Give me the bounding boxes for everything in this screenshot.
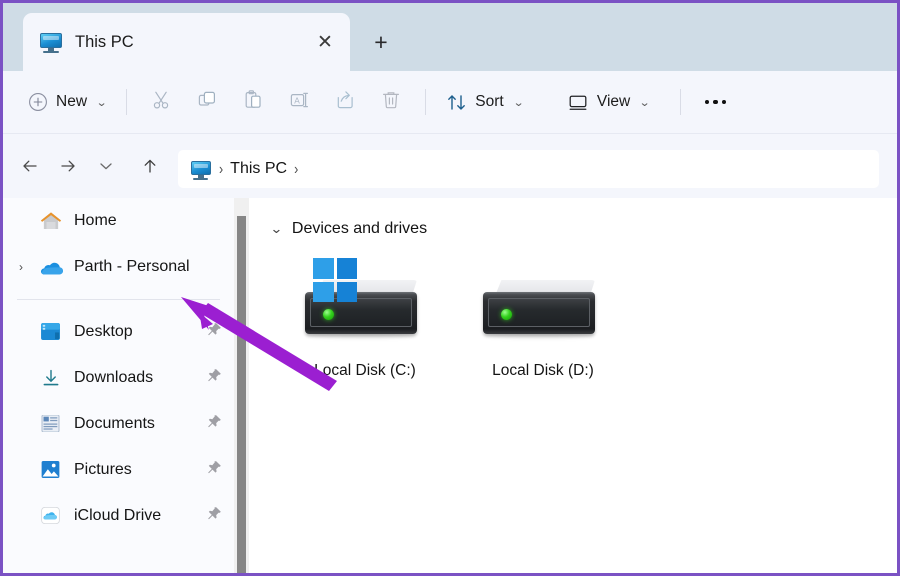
sidebar-item-label: Pictures	[74, 461, 132, 479]
back-button[interactable]	[11, 147, 49, 185]
sidebar-item-documents[interactable]: Documents	[3, 401, 234, 447]
up-button[interactable]	[131, 147, 169, 185]
windows-logo-icon	[313, 258, 357, 302]
view-monitor-icon	[567, 91, 589, 113]
drive-label: Local Disk (C:)	[314, 362, 416, 380]
pictures-icon	[39, 459, 63, 481]
navigation-pane: Home › Parth - Personal	[3, 198, 234, 573]
toolbar-divider	[680, 89, 681, 115]
more-options-button[interactable]	[692, 82, 738, 122]
sidebar-item-label: Downloads	[74, 369, 153, 387]
copy-icon	[196, 89, 218, 116]
command-toolbar: New ⌄	[3, 71, 897, 134]
sidebar-item-home[interactable]: Home	[3, 198, 234, 244]
chevron-down-icon[interactable]: ⌄	[270, 221, 283, 237]
drive-status-led	[323, 309, 334, 320]
group-title: Devices and drives	[292, 220, 427, 238]
share-button[interactable]	[322, 82, 368, 122]
sidebar-item-label: Home	[74, 212, 117, 230]
paste-icon	[242, 89, 264, 116]
pin-icon[interactable]	[206, 506, 222, 527]
copy-button[interactable]	[184, 82, 230, 122]
trash-icon	[380, 89, 402, 116]
drive-label: Local Disk (D:)	[492, 362, 594, 380]
tab-bar: This PC ✕ +	[3, 3, 897, 71]
sidebar-scrollbar-thumb[interactable]	[237, 216, 246, 573]
this-pc-monitor-icon	[190, 158, 212, 180]
breadcrumb-separator: ›	[219, 160, 223, 178]
drive-status-led	[501, 309, 512, 320]
icloud-icon	[39, 505, 63, 527]
toolbar-divider	[126, 89, 127, 115]
chevron-down-icon[interactable]: ⌄	[96, 96, 108, 109]
new-button-label: New	[56, 93, 87, 111]
drive-item-c[interactable]: Local Disk (C:)	[305, 258, 425, 380]
cut-button[interactable]	[138, 82, 184, 122]
onedrive-icon	[39, 256, 63, 278]
hard-drive-icon	[483, 258, 603, 346]
close-icon[interactable]: ✕	[310, 27, 340, 57]
sort-arrows-icon	[446, 92, 467, 113]
file-explorer-window: This PC ✕ + New ⌄	[0, 0, 900, 576]
drives-list: Local Disk (C:) Local Disk (D:)	[271, 258, 897, 380]
breadcrumb-this-pc[interactable]: This PC	[230, 160, 287, 178]
sidebar-item-desktop[interactable]: Desktop	[3, 309, 234, 355]
sidebar-item-icloud-drive[interactable]: iCloud Drive	[3, 493, 234, 539]
file-list-area: ⌄ Devices and drives Local Disk (C:)	[249, 198, 897, 573]
forward-button[interactable]	[49, 147, 87, 185]
home-icon	[39, 210, 63, 232]
paste-button[interactable]	[230, 82, 276, 122]
svg-text:A: A	[295, 95, 301, 105]
share-icon	[334, 88, 357, 116]
devices-and-drives-group-header[interactable]: ⌄ Devices and drives	[271, 220, 897, 238]
chevron-right-icon[interactable]: ›	[13, 259, 29, 275]
toolbar-divider	[425, 89, 426, 115]
download-icon	[39, 367, 63, 389]
this-pc-monitor-icon	[39, 30, 63, 54]
breadcrumb-separator[interactable]: ›	[294, 160, 298, 178]
sidebar-item-label: Documents	[74, 415, 155, 433]
sidebar-scrollbar-track[interactable]	[234, 198, 249, 573]
chevron-down-icon[interactable]: ⌄	[513, 96, 525, 109]
scissors-icon	[150, 89, 172, 116]
sidebar-item-parth-personal[interactable]: › Parth - Personal	[3, 244, 234, 290]
address-bar[interactable]: › This PC ›	[178, 150, 879, 188]
plus-circle-icon	[28, 92, 48, 112]
pin-icon[interactable]	[206, 460, 222, 481]
view-button[interactable]: View ⌄	[558, 83, 659, 121]
rename-button[interactable]: A	[276, 82, 322, 122]
documents-icon	[39, 413, 63, 435]
tab-this-pc[interactable]: This PC ✕	[23, 13, 350, 71]
rename-icon: A	[288, 89, 310, 116]
tab-title: This PC	[75, 33, 310, 52]
pin-icon[interactable]	[206, 414, 222, 435]
sort-button[interactable]: Sort ⌄	[437, 83, 532, 121]
sort-button-label: Sort	[475, 93, 503, 111]
sidebar-item-label: Desktop	[74, 323, 133, 341]
sidebar-item-label: iCloud Drive	[74, 507, 161, 525]
chevron-down-icon[interactable]: ⌄	[639, 96, 651, 109]
pin-icon[interactable]	[206, 368, 222, 389]
sidebar-item-pictures[interactable]: Pictures	[3, 447, 234, 493]
sidebar-item-downloads[interactable]: Downloads	[3, 355, 234, 401]
desktop-icon	[39, 321, 63, 343]
new-button[interactable]: New ⌄	[19, 83, 115, 121]
new-tab-button[interactable]: +	[360, 21, 402, 63]
pin-icon[interactable]	[206, 322, 222, 343]
sidebar-divider	[17, 299, 220, 300]
sidebar-item-label: Parth - Personal	[74, 258, 190, 276]
view-button-label: View	[597, 93, 630, 111]
delete-button[interactable]	[368, 82, 414, 122]
recent-locations-button[interactable]	[87, 147, 125, 185]
drive-item-d[interactable]: Local Disk (D:)	[483, 258, 603, 380]
hard-drive-icon	[305, 258, 425, 346]
